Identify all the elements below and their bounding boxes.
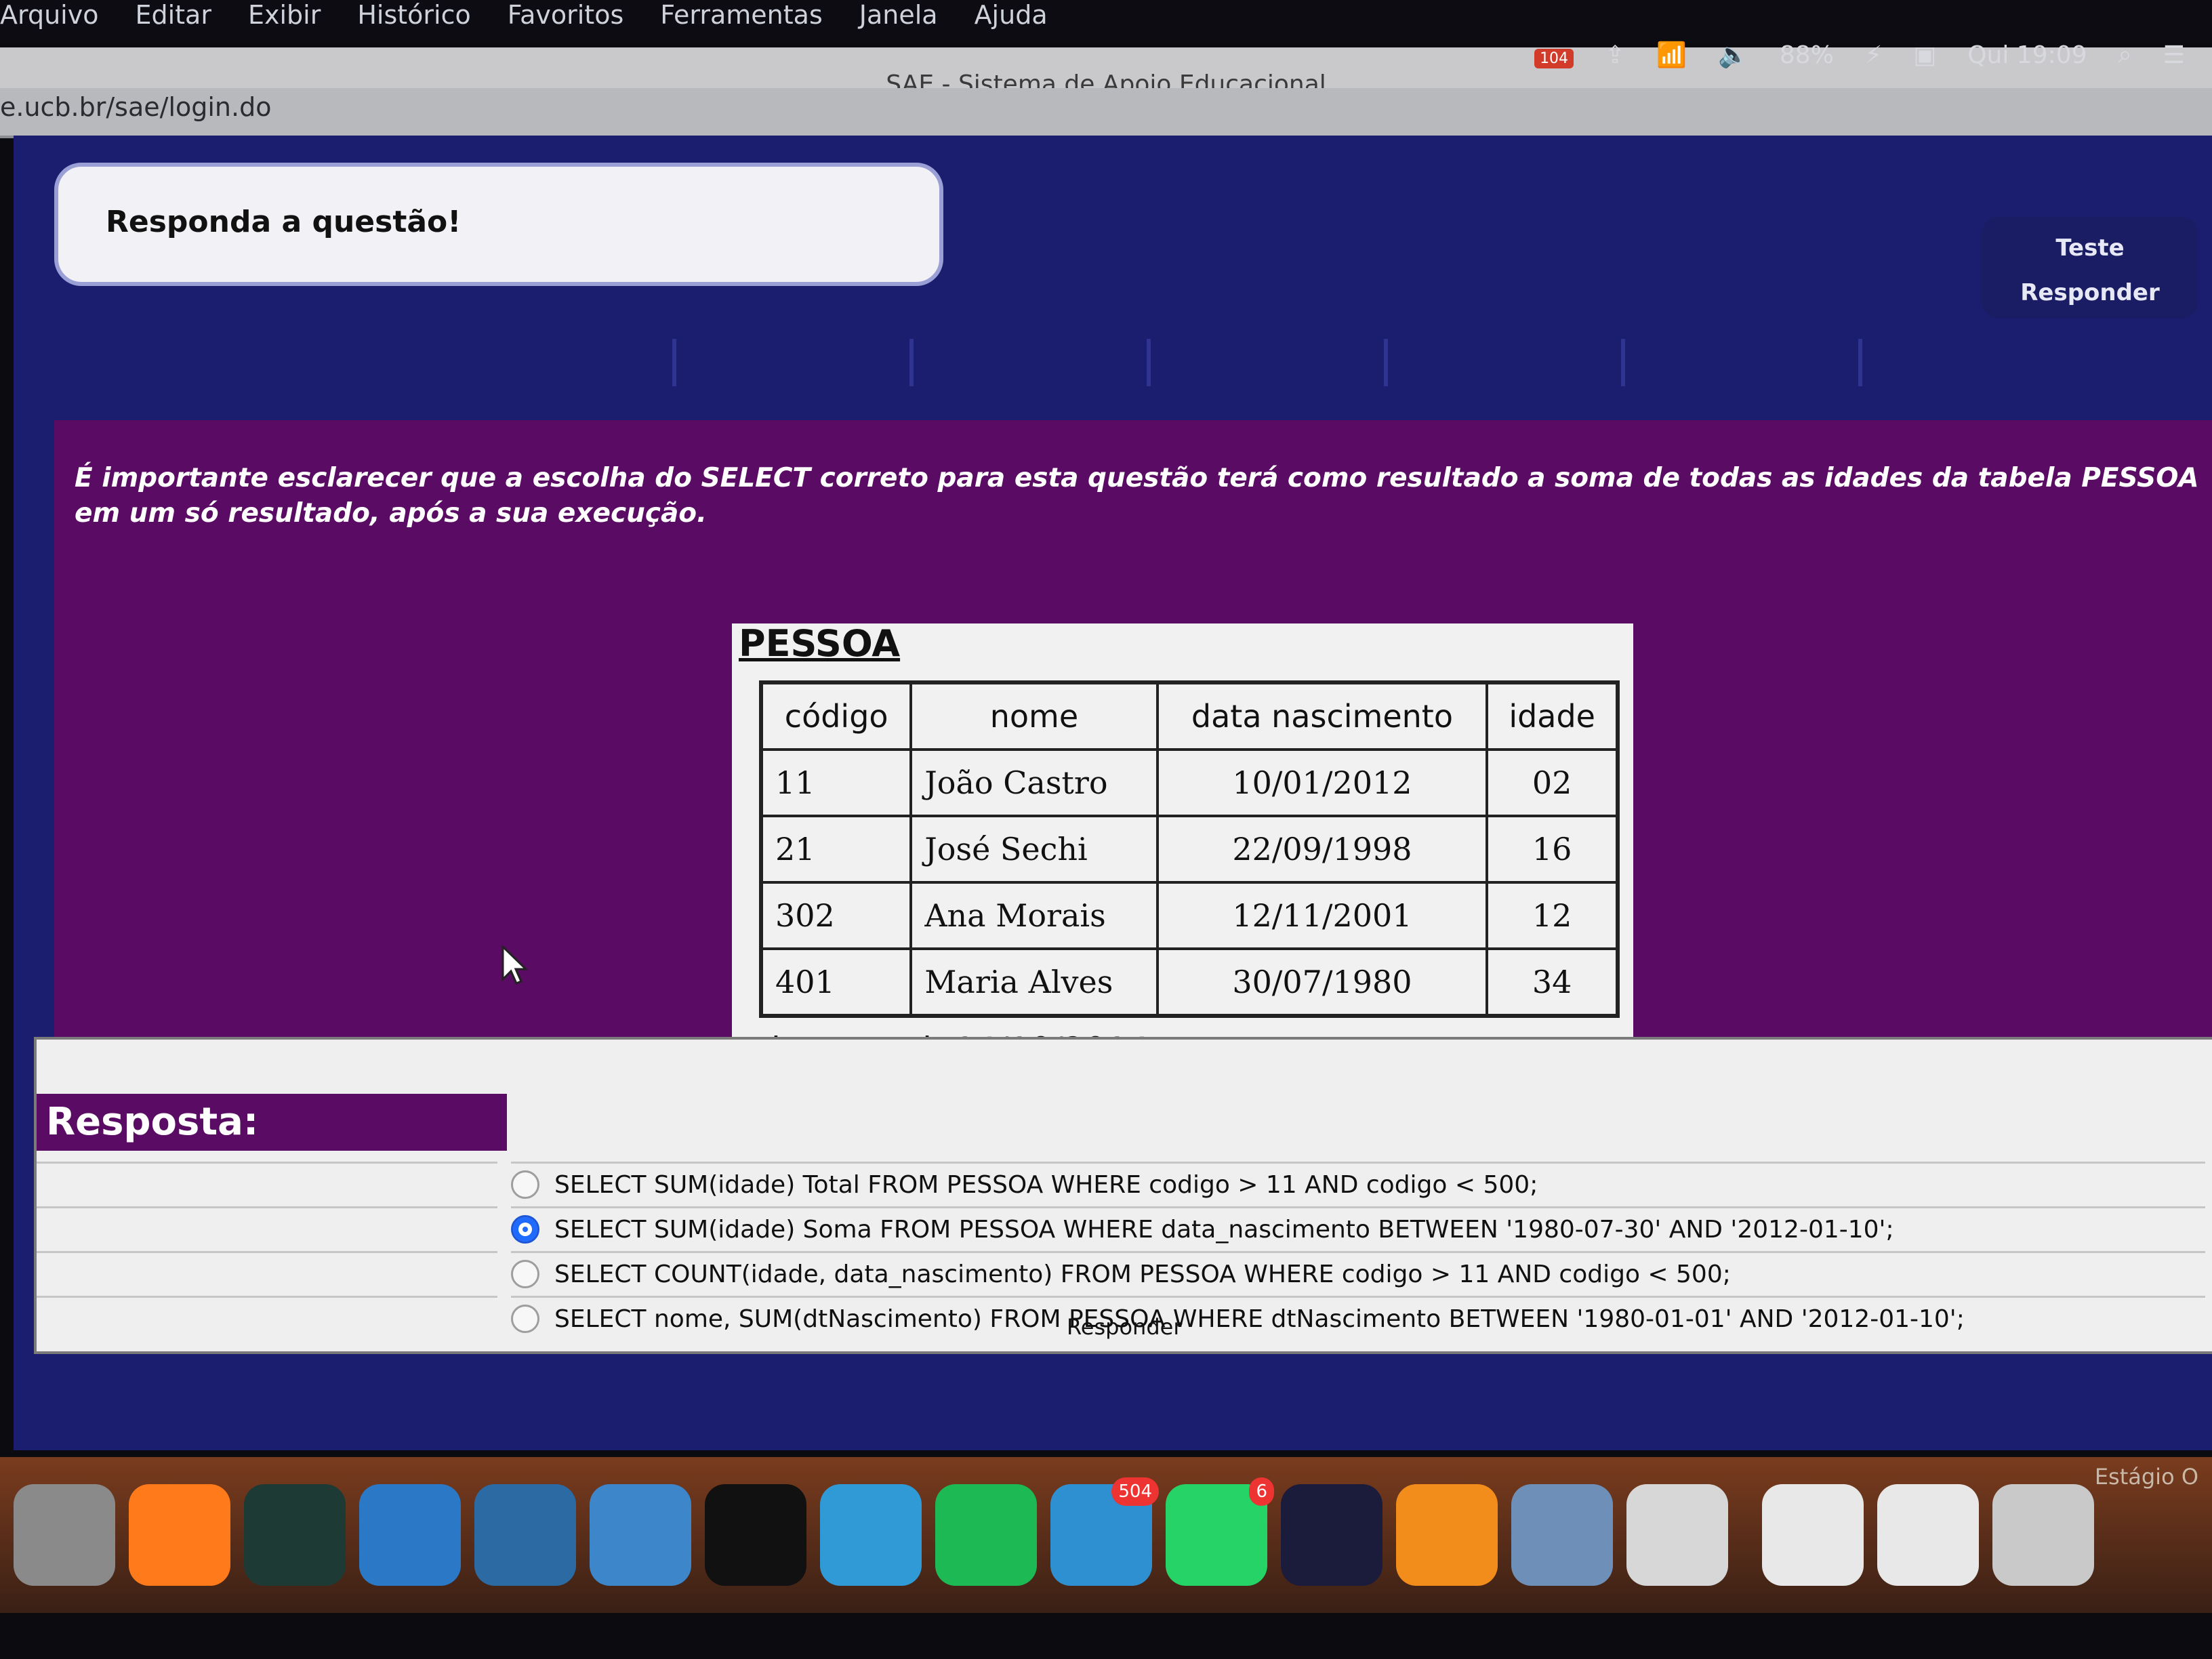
answer-option-2[interactable]: SELECT SUM(idade) Soma FROM PESSOA WHERE…: [511, 1206, 2205, 1252]
cell-data: 10/01/2012: [1155, 748, 1489, 817]
cell-idade: 34: [1486, 947, 1619, 1017]
tab-6[interactable]: [1633, 339, 1862, 386]
answer-option-4[interactable]: SELECT nome, SUM(dtNascimento) FROM PESS…: [511, 1296, 2205, 1341]
cell-nome: João Castro: [909, 748, 1159, 817]
telegram-icon[interactable]: 504: [1050, 1477, 1159, 1586]
terminal-icon[interactable]: [705, 1484, 806, 1586]
menu-arquivo[interactable]: Arquivo: [0, 0, 98, 30]
table-row: 302 Ana Morais 12/11/2001 12: [759, 881, 1619, 950]
nav-tabs: [447, 339, 1870, 386]
cell-idade: 12: [1486, 881, 1619, 950]
table-row: 21 José Sechi 22/09/1998 16: [759, 815, 1619, 884]
cell-nome: José Sechi: [909, 815, 1159, 884]
mysql-icon[interactable]: [474, 1484, 576, 1586]
tab-2[interactable]: [684, 339, 914, 386]
answer-text: SELECT SUM(idade) Soma FROM PESSOA WHERE…: [554, 1216, 1894, 1244]
launchpad-icon[interactable]: [14, 1484, 115, 1586]
page: Responda a questão! Teste Responder É im…: [14, 136, 2212, 1450]
trash-icon[interactable]: [1992, 1484, 2094, 1586]
radio-button[interactable]: [511, 1260, 539, 1288]
table-card: PESSOA código nome data nascimento idade…: [732, 622, 1633, 1084]
answer-left-cell: [37, 1206, 497, 1252]
cell-codigo: 302: [759, 881, 913, 950]
mouse-cursor-icon: [501, 945, 529, 985]
cell-data: 12/11/2001: [1155, 881, 1489, 950]
docker-icon[interactable]: [820, 1484, 922, 1586]
window-thumbnail-icon[interactable]: [1762, 1484, 1864, 1586]
xcode-icon[interactable]: [590, 1484, 691, 1586]
menu-historico[interactable]: Histórico: [357, 0, 470, 30]
spotify-icon[interactable]: [935, 1484, 1037, 1586]
answer-text: SELECT SUM(idade) Total FROM PESSOA WHER…: [554, 1171, 1538, 1199]
answer-left-cell: [37, 1296, 497, 1341]
cell-codigo: 21: [759, 815, 913, 884]
radio-button[interactable]: [511, 1170, 539, 1199]
tab-4[interactable]: [1159, 339, 1388, 386]
app-menu: Arquivo Editar Exibir Histórico Favorito…: [0, 0, 1084, 30]
preview-icon[interactable]: [1511, 1484, 1613, 1586]
col-codigo: código: [759, 681, 913, 751]
question-header-text: Responda a questão!: [106, 205, 462, 239]
col-idade: idade: [1486, 681, 1619, 751]
sketch-icon[interactable]: [244, 1484, 346, 1586]
col-nome: nome: [909, 681, 1159, 751]
whatsapp-badge: 6: [1249, 1477, 1274, 1506]
pessoa-table: código nome data nascimento idade 11 Joã…: [759, 680, 1620, 1018]
dock-folder-label: Estágio O: [2094, 1464, 2198, 1490]
tab-3[interactable]: [922, 339, 1151, 386]
cell-idade: 02: [1486, 748, 1619, 817]
dock: 504 6 Estágio O: [0, 1457, 2212, 1613]
cell-codigo: 401: [759, 947, 913, 1017]
tab-1[interactable]: [447, 339, 676, 386]
firefox-icon[interactable]: [129, 1484, 230, 1586]
cell-nome: Ana Morais: [909, 881, 1159, 950]
answer-left-cell: [37, 1162, 497, 1207]
url-text[interactable]: e.ucb.br/sae/login.do: [0, 92, 271, 122]
side-buttons: Teste Responder: [1982, 217, 2198, 319]
java-icon[interactable]: [1626, 1484, 1728, 1586]
question-header: Responda a questão!: [54, 163, 943, 286]
eclipse-icon[interactable]: [1281, 1484, 1382, 1586]
whatsapp-icon[interactable]: 6: [1166, 1477, 1274, 1586]
answer-option-1[interactable]: SELECT SUM(idade) Total FROM PESSOA WHER…: [511, 1162, 2205, 1207]
vlc-window-icon[interactable]: [1877, 1484, 1979, 1586]
cell-data: 30/07/1980: [1155, 947, 1489, 1017]
answer-text: SELECT nome, SUM(dtNascimento) FROM PESS…: [554, 1305, 1965, 1333]
vscode-icon[interactable]: [359, 1484, 461, 1586]
responder-header-button[interactable]: Responder: [1982, 279, 2198, 306]
cell-idade: 16: [1486, 815, 1619, 884]
teste-button[interactable]: Teste: [1982, 234, 2198, 262]
menu-ferramentas[interactable]: Ferramentas: [660, 0, 823, 30]
cell-nome: Maria Alves: [909, 947, 1159, 1017]
menu-exibir[interactable]: Exibir: [248, 0, 321, 30]
question-notice: É importante esclarecer que a escolha do…: [75, 463, 2199, 529]
answer-left-cell: [37, 1251, 497, 1296]
table-header-row: código nome data nascimento idade: [759, 681, 1619, 751]
menu-bar: Arquivo Editar Exibir Histórico Favorito…: [0, 0, 2212, 43]
cell-data: 22/09/1998: [1155, 815, 1489, 884]
table-row: 401 Maria Alves 30/07/1980 34: [759, 947, 1619, 1017]
answers-panel: Resposta: SELECT SUM(idade) Total FROM P…: [34, 1037, 2212, 1354]
menu-ajuda[interactable]: Ajuda: [975, 0, 1048, 30]
menu-janela[interactable]: Janela: [859, 0, 938, 30]
cell-codigo: 11: [759, 748, 913, 817]
vlc-icon[interactable]: [1396, 1484, 1498, 1586]
resposta-label: Resposta:: [37, 1094, 507, 1151]
telegram-badge: 504: [1111, 1477, 1159, 1506]
table-name: PESSOA: [739, 622, 901, 665]
answer-option-3[interactable]: SELECT COUNT(idade, data_nascimento) FRO…: [511, 1251, 2205, 1296]
col-data-nascimento: data nascimento: [1155, 681, 1489, 751]
menu-favoritos[interactable]: Favoritos: [508, 0, 624, 30]
tab-5[interactable]: [1396, 339, 1625, 386]
menu-editar[interactable]: Editar: [135, 0, 211, 30]
responder-submit-button[interactable]: Responder: [1067, 1314, 1182, 1340]
table-row: 11 João Castro 10/01/2012 02: [759, 748, 1619, 817]
radio-button[interactable]: [511, 1305, 539, 1333]
answer-text: SELECT COUNT(idade, data_nascimento) FRO…: [554, 1261, 1731, 1288]
radio-button-selected[interactable]: [511, 1215, 539, 1244]
url-bar[interactable]: e.ucb.br/sae/login.do: [0, 88, 2212, 138]
